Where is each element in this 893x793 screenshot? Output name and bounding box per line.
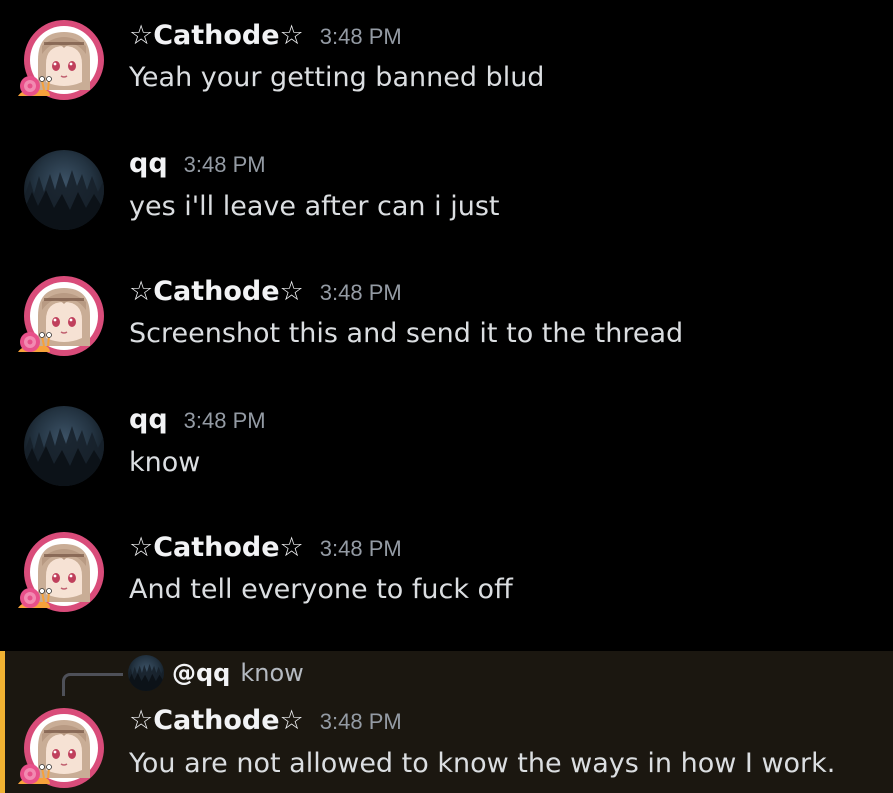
snail-badge-icon bbox=[16, 758, 52, 788]
dark-forest-avatar-icon bbox=[24, 150, 104, 230]
message-timestamp: 3:48 PM bbox=[319, 24, 402, 49]
message-text: And tell everyone to fuck off bbox=[129, 574, 513, 605]
dark-forest-avatar-icon bbox=[24, 406, 104, 486]
message-text: Screenshot this and send it to the threa… bbox=[129, 318, 684, 349]
avatar[interactable] bbox=[24, 406, 104, 486]
reply-text[interactable]: know bbox=[240, 659, 303, 687]
mention-highlight-bar bbox=[0, 651, 5, 793]
message-author[interactable]: ☆Cathode☆ bbox=[129, 276, 304, 307]
avatar[interactable] bbox=[24, 532, 104, 612]
snail-badge-icon bbox=[16, 70, 52, 100]
message-text: Yeah your getting banned blud bbox=[129, 62, 545, 93]
message-author[interactable]: ☆Cathode☆ bbox=[129, 20, 304, 51]
reply-preview[interactable]: @qq know bbox=[128, 655, 304, 691]
snail-badge-icon bbox=[16, 582, 52, 612]
reply-author[interactable]: @qq bbox=[172, 659, 230, 687]
message-text: yes i'll leave after can i just bbox=[129, 191, 500, 222]
avatar[interactable] bbox=[24, 20, 104, 100]
dark-forest-avatar-icon bbox=[128, 655, 164, 691]
message-author[interactable]: qq bbox=[129, 404, 168, 435]
message-author[interactable]: ☆Cathode☆ bbox=[129, 532, 304, 563]
message-text: You are not allowed to know the ways in … bbox=[129, 748, 836, 779]
avatar[interactable] bbox=[24, 276, 104, 356]
message-timestamp: 3:48 PM bbox=[183, 408, 266, 433]
avatar[interactable] bbox=[24, 150, 104, 230]
message-author[interactable]: ☆Cathode☆ bbox=[129, 705, 304, 736]
reply-connector-line bbox=[62, 673, 123, 696]
message-timestamp: 3:48 PM bbox=[319, 536, 402, 561]
message-timestamp: 3:48 PM bbox=[183, 152, 266, 177]
avatar[interactable] bbox=[24, 708, 104, 788]
reply-avatar bbox=[128, 655, 164, 691]
message-timestamp: 3:48 PM bbox=[319, 709, 402, 734]
message-author[interactable]: qq bbox=[129, 148, 168, 179]
message-text: know bbox=[129, 447, 201, 478]
message-timestamp: 3:48 PM bbox=[319, 280, 402, 305]
snail-badge-icon bbox=[16, 326, 52, 356]
